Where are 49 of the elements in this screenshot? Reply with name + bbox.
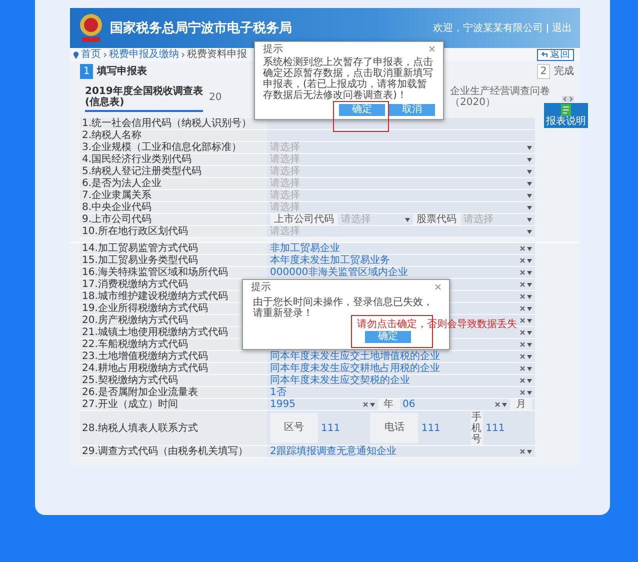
field-label: 4.国民经济行业类别代码 [80, 154, 267, 165]
field-label: 8.中央企业代码 [80, 202, 267, 213]
field-label: 15.加工贸易业务类型代码 [80, 255, 267, 266]
field-label: 2.纳税人名称 [80, 130, 267, 141]
field-tag: 电话 [370, 413, 418, 443]
dialog-title: 提示 [263, 42, 283, 56]
field-label: 5.纳税人登记注册类型代码 [80, 166, 267, 177]
field-label: 25.契税缴纳方式代码 [80, 375, 267, 386]
field-tag: 上市公司代码 [270, 214, 338, 225]
dialog-title: 提示 [251, 280, 271, 294]
field-tag: 区号 [270, 413, 318, 443]
step-label: 完成 [554, 64, 574, 78]
field-label: 23.土地增值税缴纳方式代码 [80, 351, 267, 362]
field-value: 同本年度未发生应交耕地占用税的企业 [270, 363, 441, 374]
step-number: 2 [537, 64, 550, 78]
field-label: 16.海关特殊监管区域和场所代码 [80, 267, 267, 278]
unit-label: 月 [510, 399, 532, 410]
field-label: 10.所在地行政区划代码 [80, 226, 267, 237]
field-value: 1995 [270, 399, 296, 410]
field-label: 1.统一社会信用代码（纳税人识别号） [80, 118, 267, 129]
field-tag: 股票代码 [412, 214, 460, 225]
field-label: 24.耕地占用税缴纳方式代码 [80, 363, 267, 374]
field-value: 1否 [270, 387, 288, 398]
site-title: 国家税务总局宁波市电子税务局 [110, 20, 293, 37]
field-label: 28.纳税人填表人联系方式 [80, 411, 267, 445]
step-number: 1 [80, 64, 93, 78]
field-label: 9.上市公司代码 [80, 214, 267, 225]
dialog-message: 系统检测到您上次暂存了申报表，点击确定还原暂存数据，点击取消重新填写申报表，(若已上报成功，请将加载暂存数据后无法修改问卷调查表)！ [263, 56, 434, 103]
field-value: 111 [321, 422, 342, 434]
field-value: 同本年度未发生应交契税的企业 [270, 375, 411, 386]
field-label: 26.是否属附加企业流量表 [80, 387, 267, 398]
field-value: 本年度未发生加工贸易业务 [270, 255, 391, 266]
step-label: 填写申报表 [97, 64, 147, 78]
field-label: 6.是否为法人企业 [80, 178, 267, 189]
field-value: 非加工贸易企业 [270, 243, 341, 254]
field-label: 7.企业隶属关系 [80, 190, 267, 201]
field-value: 000000非海关监管区域内企业 [270, 267, 410, 278]
field-label: 3.企业规模（工业和信息化部标准） [80, 142, 267, 153]
field-value: 06 [402, 399, 416, 410]
field-label: 14.加工贸易监管方式代码 [80, 243, 267, 254]
welcome-text: 欢迎，宁波某某有限公司 [433, 22, 543, 35]
field-value: 2跟踪填报调查无意通知企业 [270, 446, 398, 457]
field-value: 111 [421, 422, 442, 434]
unit-label: 年 [378, 399, 400, 410]
field-label: 29.调查方式代码（由税务机关填写） [80, 446, 267, 457]
field-label: 27.开业（成立）时间 [80, 399, 267, 410]
field-tag: 手机号 [470, 412, 483, 444]
field-value: 同本年度未发生应交土地增值税的企业 [270, 351, 441, 362]
field-value: 111 [486, 422, 506, 434]
